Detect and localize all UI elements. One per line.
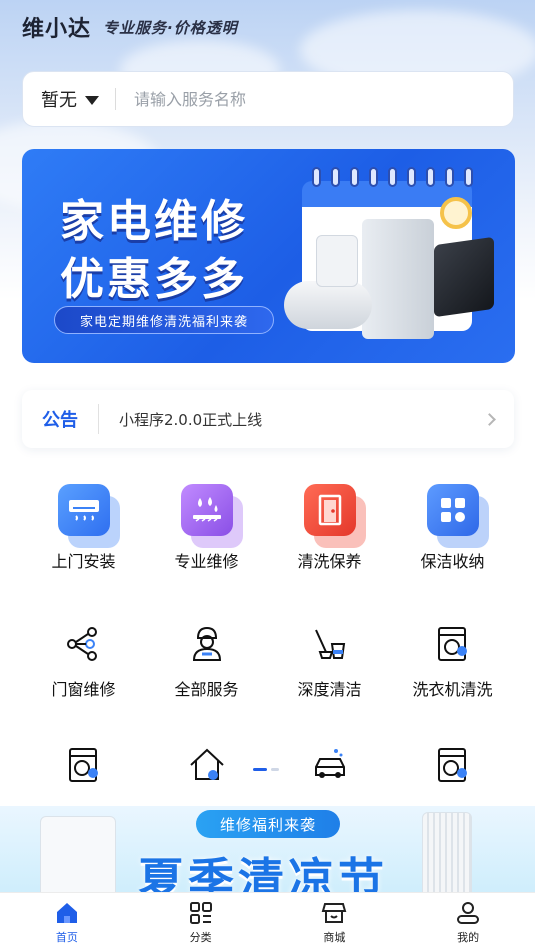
summer-promo-banner[interactable]: 维修福利来袭 夏季清凉节 (0, 806, 535, 892)
washing-machine-repair-icon (437, 748, 467, 782)
brand-slogan: 专业服务·价格透明 (103, 18, 238, 37)
mop-bucket-icon (314, 629, 345, 659)
service-label: 专业维修 (174, 552, 239, 571)
worker-icon (192, 626, 221, 661)
chevron-right-icon (483, 412, 496, 426)
service-all[interactable]: 全部服务 (145, 624, 268, 700)
service-washer-clean[interactable]: 洗衣机清洗 (391, 624, 514, 700)
service-label: 洗衣机清洗 (412, 680, 493, 699)
service-label: 清洗保养 (297, 552, 362, 571)
service-housekeeping[interactable]: 保洁收纳 (391, 484, 514, 572)
banner-title-line2: 优惠多多 (60, 254, 248, 305)
tab-label: 我的 (457, 930, 480, 944)
bottom-tab-bar: 首页 分类 商城 我的 (0, 892, 535, 951)
tab-home[interactable]: 首页 (0, 893, 134, 951)
service-label: 深度清洁 (297, 680, 362, 699)
notice-text: 小程序2.0.0正式上线 (119, 410, 263, 429)
service-item[interactable] (391, 745, 514, 785)
service-door-window[interactable]: 门窗维修 (22, 624, 145, 700)
tab-shop[interactable]: 商城 (268, 893, 402, 951)
tab-profile[interactable]: 我的 (401, 893, 535, 951)
caret-down-icon (85, 95, 99, 105)
search-input[interactable] (134, 89, 495, 109)
shop-icon (322, 902, 347, 923)
service-repair[interactable]: 专业维修 (145, 484, 268, 572)
notice-tag: 公告 (42, 410, 78, 431)
washing-machine-icon (437, 627, 467, 661)
notice-divider (98, 404, 99, 434)
search-bar: 暂无 (22, 71, 514, 127)
brand-name: 维小达 (22, 17, 92, 42)
service-label: 门窗维修 (51, 680, 116, 699)
portable-ac-illustration (40, 816, 116, 892)
service-grid-row-3 (22, 745, 514, 785)
hero-banner[interactable]: 家电维修 优惠多多 家电定期维修清洗福利来袭 (22, 149, 515, 363)
tab-category[interactable]: 分类 (134, 893, 268, 951)
small-heater-illustration (316, 235, 358, 287)
house-repair-icon (189, 748, 224, 780)
service-cleaning[interactable]: 清洗保养 (268, 484, 391, 572)
promo-title: 夏季清凉节 (138, 853, 388, 892)
service-label: 上门安装 (51, 552, 116, 571)
home-icon (56, 902, 77, 923)
magnifier-illustration (440, 197, 472, 229)
user-icon (457, 901, 480, 924)
service-deep-clean[interactable]: 深度清洁 (268, 624, 391, 700)
calendar-rings (312, 167, 473, 187)
tab-label: 分类 (189, 930, 212, 944)
service-item[interactable] (268, 745, 391, 785)
grid-pager-dots (253, 768, 279, 771)
washing-machine-repair-icon (68, 748, 98, 782)
notice-bar[interactable]: 公告 小程序2.0.0正式上线 (22, 390, 514, 448)
search-divider (115, 88, 116, 110)
cylinder-heater-illustration (284, 281, 372, 329)
banner-title-line1: 家电维修 (60, 196, 248, 247)
app-header: 维小达 专业服务·价格透明 (22, 12, 238, 42)
service-item[interactable] (145, 745, 268, 785)
door-icon (303, 484, 356, 536)
car-wash-icon (314, 749, 345, 778)
service-install[interactable]: 上门安装 (22, 484, 145, 572)
location-selector[interactable]: 暂无 (41, 86, 99, 112)
service-label: 保洁收纳 (420, 552, 485, 571)
category-icon (189, 901, 212, 924)
water-drop-icon (180, 484, 233, 536)
tab-label: 首页 (55, 930, 78, 944)
service-grid-row-1: 上门安装 专业维修 清洗保养 保洁收纳 (22, 484, 514, 572)
range-hood-illustration (434, 236, 494, 318)
service-grid-row-2: 门窗维修 全部服务 深度清洁 洗衣机清洗 (22, 624, 514, 700)
banner-subtitle: 家电定期维修清洗福利来袭 (54, 306, 274, 334)
share-nodes-icon (66, 627, 97, 661)
air-conditioner-icon (57, 484, 110, 536)
tower-fan-illustration (422, 812, 472, 892)
service-label: 全部服务 (174, 680, 239, 699)
service-item[interactable] (22, 745, 145, 785)
location-label: 暂无 (41, 90, 77, 111)
promo-pill: 维修福利来袭 (196, 810, 340, 838)
tab-label: 商城 (323, 930, 346, 944)
water-heater-illustration (362, 219, 434, 339)
grid-icon (426, 484, 479, 536)
